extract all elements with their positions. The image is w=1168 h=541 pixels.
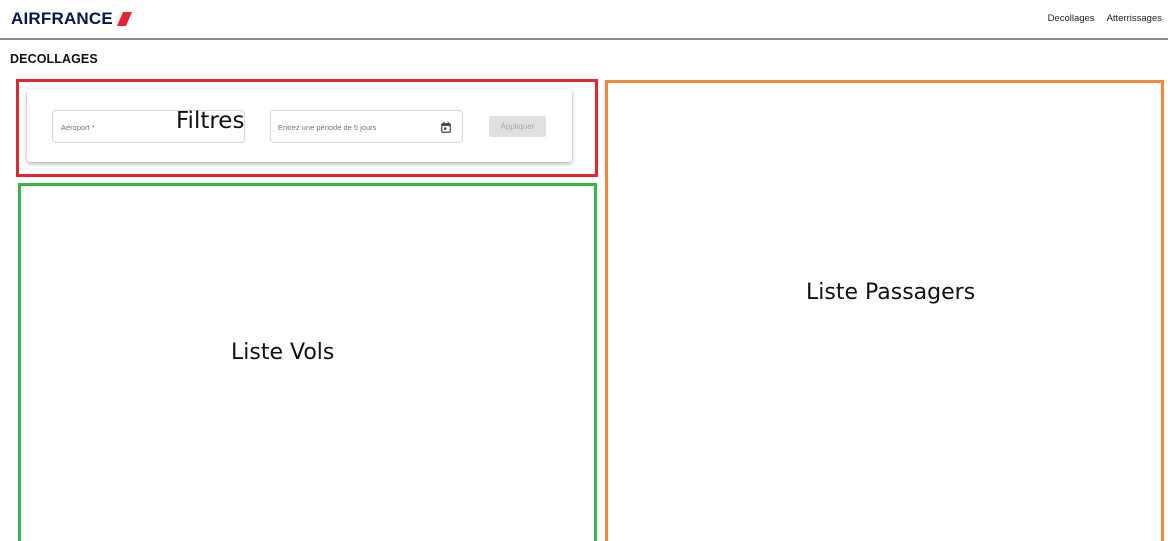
- calendar-icon[interactable]: [441, 122, 451, 133]
- page: AIRFRANCE Decollages Atterrissages DECOL…: [0, 0, 1168, 541]
- passengers-list-zone: [605, 80, 1164, 541]
- period-field-placeholder: Entrez une période de 5 jours: [278, 123, 377, 132]
- nav-link-decollages[interactable]: Decollages: [1048, 13, 1095, 24]
- top-bar: AIRFRANCE Decollages Atterrissages: [0, 0, 1168, 40]
- main-nav: Decollages Atterrissages: [1048, 13, 1162, 24]
- nav-link-atterrissages[interactable]: Atterrissages: [1107, 13, 1162, 24]
- apply-button[interactable]: Appliquer: [489, 116, 546, 137]
- airport-field-label: Aéroport *: [61, 123, 95, 132]
- passengers-list-caption: Liste Passagers: [806, 280, 976, 305]
- airfrance-swoosh-icon: [116, 12, 132, 26]
- flights-list-caption: Liste Vols: [231, 340, 335, 365]
- page-title: DECOLLAGES: [10, 52, 98, 66]
- filters-zone-caption: Filtres: [176, 108, 245, 134]
- period-field[interactable]: Entrez une période de 5 jours: [270, 110, 463, 143]
- logo-text: AIRFRANCE: [11, 9, 113, 28]
- airfrance-logo[interactable]: AIRFRANCE: [11, 9, 132, 29]
